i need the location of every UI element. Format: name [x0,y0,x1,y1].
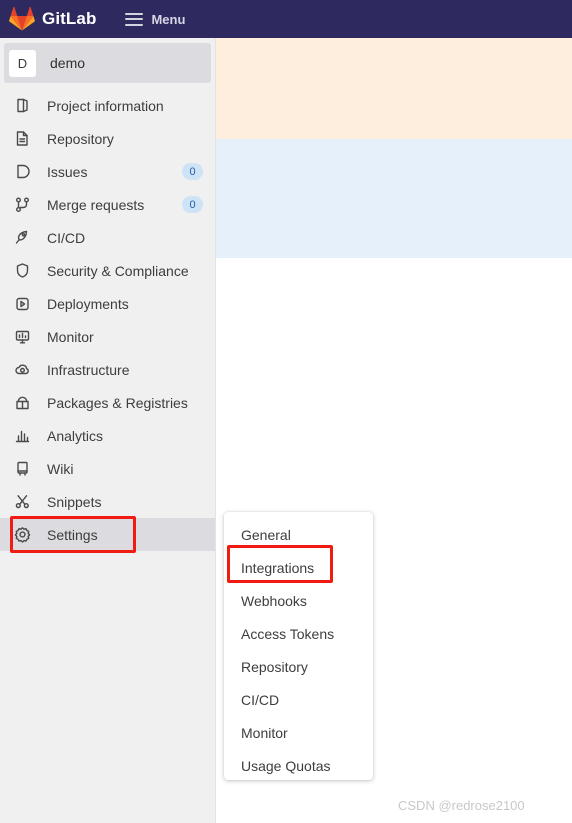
project-name: demo [50,55,86,71]
sidebar-item-security-compliance[interactable]: Security & Compliance [0,254,215,287]
top-navbar: GitLab Menu [0,0,572,38]
sidebar-item-label: Analytics [47,427,104,444]
menu-button[interactable]: Menu [125,12,185,27]
sidebar-item-label: Packages & Registries [47,394,188,411]
sidebar-item-merge-requests[interactable]: Merge requests 0 [0,188,215,221]
sidebar-item-label: Project information [47,97,164,114]
gitlab-fox-logo-icon[interactable] [9,6,35,32]
monitor-icon [14,328,31,345]
banner-cream [216,38,572,139]
sidebar-item-infrastructure[interactable]: Infrastructure [0,353,215,386]
submenu-item-webhooks[interactable]: Webhooks [224,584,373,617]
status-badge: 0 [182,163,203,180]
sidebar-nav-list: Project information Repository Issues 0 Merg… [0,89,215,551]
shield-icon [14,262,31,279]
submenu-item-access-tokens[interactable]: Access Tokens [224,617,373,650]
sidebar-item-label: Settings [47,526,98,543]
sidebar-item-repository[interactable]: Repository [0,122,215,155]
submenu-item-usage-quotas[interactable]: Usage Quotas [224,749,373,782]
sidebar-item-ci-cd[interactable]: CI/CD [0,221,215,254]
sidebar-item-analytics[interactable]: Analytics [0,419,215,452]
watermark: CSDN @redrose2100 [398,798,525,813]
repository-icon [14,130,31,147]
sidebar-project-row[interactable]: D demo [4,43,211,83]
settings-gear-icon [14,526,31,543]
sidebar-item-label: Merge requests [47,196,145,213]
submenu-item-integrations[interactable]: Integrations [224,551,373,584]
sidebar-item-packages-registries[interactable]: Packages & Registries [0,386,215,419]
sidebar-item-wiki[interactable]: Wiki [0,452,215,485]
banner-blue [216,139,572,258]
cicd-rocket-icon [14,229,31,246]
wiki-book-icon [14,460,31,477]
sidebar-item-project-information[interactable]: Project information [0,89,215,122]
sidebar-item-monitor[interactable]: Monitor [0,320,215,353]
sidebar-item-label: Repository [47,130,114,147]
submenu-item-monitor[interactable]: Monitor [224,716,373,749]
settings-submenu-flyout: General Integrations Webhooks Access Tokens… [224,512,373,780]
project-sidebar: D demo Project information Repository Issu… [0,38,216,823]
packages-box-icon [14,394,31,411]
deployments-icon [14,295,31,312]
status-badge: 0 [182,196,203,213]
analytics-chart-icon [14,427,31,444]
sidebar-item-label: Snippets [47,493,102,510]
sidebar-item-snippets[interactable]: Snippets [0,485,215,518]
sidebar-item-label: Wiki [47,460,74,477]
project-information-icon [14,97,31,114]
snippets-scissors-icon [14,493,31,510]
brand-title: GitLab [42,9,97,28]
sidebar-item-label: CI/CD [47,229,86,246]
sidebar-item-label: Infrastructure [47,361,130,378]
sidebar-item-settings[interactable]: Settings [0,518,215,551]
sidebar-item-label: Deployments [47,295,129,312]
avatar: D [9,49,36,77]
issues-icon [14,163,31,180]
sidebar-item-label: Monitor [47,328,94,345]
submenu-item-general[interactable]: General [224,518,373,551]
sidebar-item-label: Issues [47,163,88,180]
submenu-item-repository[interactable]: Repository [224,650,373,683]
menu-label: Menu [151,11,186,27]
sidebar-item-deployments[interactable]: Deployments [0,287,215,320]
hamburger-icon [125,12,144,26]
sidebar-item-label: Security & Compliance [47,262,189,279]
submenu-item-ci-cd[interactable]: CI/CD [224,683,373,716]
merge-requests-icon [14,196,31,213]
infrastructure-cloud-icon [14,361,31,378]
sidebar-item-issues[interactable]: Issues 0 [0,155,215,188]
